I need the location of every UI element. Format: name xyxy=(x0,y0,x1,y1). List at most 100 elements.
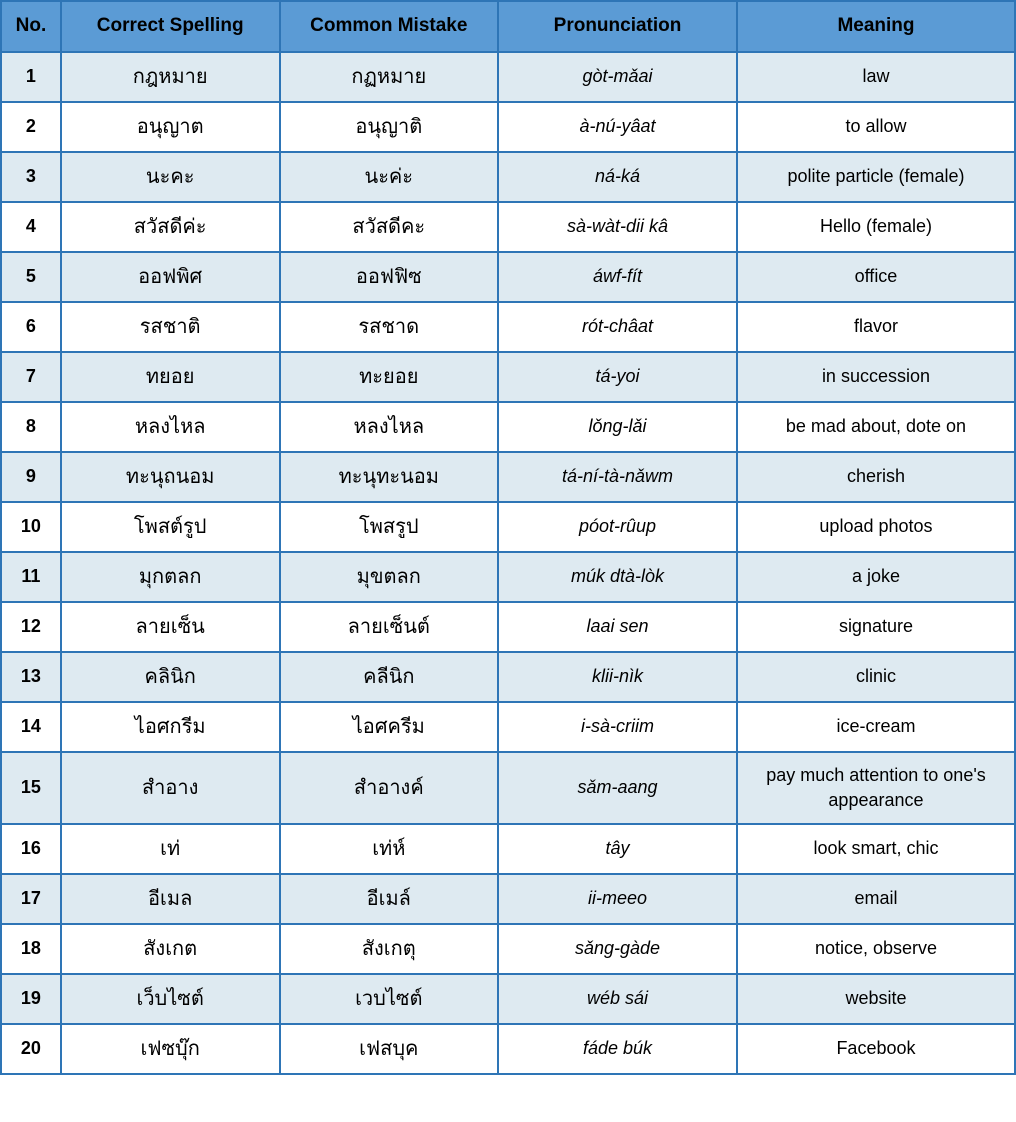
cell-correct-spelling: อีเมล xyxy=(61,874,280,924)
cell-pronunciation: rót-châat xyxy=(498,302,737,352)
cell-common-mistake: สำอางค์ xyxy=(280,752,499,824)
cell-meaning: in succession xyxy=(737,352,1015,402)
cell-pronunciation: múk dtà-lòk xyxy=(498,552,737,602)
cell-no: 10 xyxy=(1,502,61,552)
cell-correct-spelling: รสชาติ xyxy=(61,302,280,352)
cell-correct-spelling: มุกตลก xyxy=(61,552,280,602)
cell-correct-spelling: ลายเซ็น xyxy=(61,602,280,652)
cell-meaning: upload photos xyxy=(737,502,1015,552)
cell-correct-spelling: สวัสดีค่ะ xyxy=(61,202,280,252)
cell-no: 18 xyxy=(1,924,61,974)
table-row: 2อนุญาตอนุญาติà-nú-yâatto allow xyxy=(1,102,1015,152)
header-common-mistake: Common Mistake xyxy=(280,1,499,52)
cell-meaning: be mad about, dote on xyxy=(737,402,1015,452)
cell-pronunciation: ii-meeo xyxy=(498,874,737,924)
cell-common-mistake: สังเกตุ xyxy=(280,924,499,974)
cell-meaning: look smart, chic xyxy=(737,824,1015,874)
table-row: 6รสชาติรสชาดrót-châatflavor xyxy=(1,302,1015,352)
cell-pronunciation: gòt-mǎai xyxy=(498,52,737,102)
cell-correct-spelling: เฟซบุ๊ก xyxy=(61,1024,280,1074)
cell-common-mistake: คลีนิก xyxy=(280,652,499,702)
cell-no: 14 xyxy=(1,702,61,752)
cell-pronunciation: tây xyxy=(498,824,737,874)
cell-correct-spelling: ออฟพิศ xyxy=(61,252,280,302)
cell-pronunciation: i-sà-criim xyxy=(498,702,737,752)
cell-meaning: law xyxy=(737,52,1015,102)
cell-common-mistake: หลงไหล xyxy=(280,402,499,452)
cell-correct-spelling: กฎหมาย xyxy=(61,52,280,102)
cell-no: 15 xyxy=(1,752,61,824)
cell-common-mistake: กฏหมาย xyxy=(280,52,499,102)
vocabulary-table: No. Correct Spelling Common Mistake Pron… xyxy=(0,0,1016,1075)
cell-correct-spelling: ทะนุถนอม xyxy=(61,452,280,502)
header-correct-spelling: Correct Spelling xyxy=(61,1,280,52)
cell-meaning: polite particle (female) xyxy=(737,152,1015,202)
table-row: 3นะคะนะค่ะná-kápolite particle (female) xyxy=(1,152,1015,202)
cell-common-mistake: ออฟฟิซ xyxy=(280,252,499,302)
cell-no: 13 xyxy=(1,652,61,702)
table-row: 15สำอางสำอางค์sǎm-aangpay much attention… xyxy=(1,752,1015,824)
cell-pronunciation: tá-yoi xyxy=(498,352,737,402)
table-row: 8หลงไหลหลงไหลlǒng-lǎibe mad about, dote … xyxy=(1,402,1015,452)
cell-meaning: Facebook xyxy=(737,1024,1015,1074)
cell-meaning: email xyxy=(737,874,1015,924)
cell-correct-spelling: สำอาง xyxy=(61,752,280,824)
cell-no: 19 xyxy=(1,974,61,1024)
cell-pronunciation: klii-nìk xyxy=(498,652,737,702)
cell-pronunciation: laai sen xyxy=(498,602,737,652)
cell-no: 6 xyxy=(1,302,61,352)
table-header-row: No. Correct Spelling Common Mistake Pron… xyxy=(1,1,1015,52)
cell-pronunciation: ná-ká xyxy=(498,152,737,202)
cell-pronunciation: tá-ní-tà-nǎwm xyxy=(498,452,737,502)
cell-meaning: office xyxy=(737,252,1015,302)
cell-pronunciation: fáde búk xyxy=(498,1024,737,1074)
header-pronunciation: Pronunciation xyxy=(498,1,737,52)
cell-pronunciation: sà-wàt-dii kâ xyxy=(498,202,737,252)
cell-pronunciation: póot-rûup xyxy=(498,502,737,552)
table-row: 17อีเมลอีเมล์ii-meeoemail xyxy=(1,874,1015,924)
cell-pronunciation: sǎm-aang xyxy=(498,752,737,824)
cell-common-mistake: เท่ห์ xyxy=(280,824,499,874)
cell-no: 9 xyxy=(1,452,61,502)
cell-correct-spelling: หลงไหล xyxy=(61,402,280,452)
table-row: 1กฎหมายกฏหมายgòt-mǎailaw xyxy=(1,52,1015,102)
cell-no: 20 xyxy=(1,1024,61,1074)
cell-pronunciation: wéb sái xyxy=(498,974,737,1024)
table-row: 7ทยอยทะยอยtá-yoiin succession xyxy=(1,352,1015,402)
header-no: No. xyxy=(1,1,61,52)
cell-common-mistake: นะค่ะ xyxy=(280,152,499,202)
cell-meaning: pay much attention to one's appearance xyxy=(737,752,1015,824)
cell-pronunciation: lǒng-lǎi xyxy=(498,402,737,452)
cell-no: 2 xyxy=(1,102,61,152)
cell-meaning: cherish xyxy=(737,452,1015,502)
table-row: 4สวัสดีค่ะสวัสดีคะsà-wàt-dii kâHello (fe… xyxy=(1,202,1015,252)
cell-common-mistake: อีเมล์ xyxy=(280,874,499,924)
cell-no: 1 xyxy=(1,52,61,102)
cell-common-mistake: ไอศครีม xyxy=(280,702,499,752)
cell-correct-spelling: อนุญาต xyxy=(61,102,280,152)
cell-correct-spelling: นะคะ xyxy=(61,152,280,202)
table-row: 14ไอศกรีมไอศครีมi-sà-criimice-cream xyxy=(1,702,1015,752)
cell-meaning: flavor xyxy=(737,302,1015,352)
cell-pronunciation: à-nú-yâat xyxy=(498,102,737,152)
cell-meaning: to allow xyxy=(737,102,1015,152)
table-row: 10โพสต์รูปโพสรูปpóot-rûupupload photos xyxy=(1,502,1015,552)
table-row: 18สังเกตสังเกตุsǎng-gàdenotice, observe xyxy=(1,924,1015,974)
cell-common-mistake: มุขตลก xyxy=(280,552,499,602)
header-meaning: Meaning xyxy=(737,1,1015,52)
cell-correct-spelling: เท่ xyxy=(61,824,280,874)
cell-correct-spelling: ทยอย xyxy=(61,352,280,402)
cell-common-mistake: อนุญาติ xyxy=(280,102,499,152)
table-row: 9ทะนุถนอมทะนุทะนอมtá-ní-tà-nǎwmcherish xyxy=(1,452,1015,502)
table-row: 20เฟซบุ๊กเฟสบุคfáde búkFacebook xyxy=(1,1024,1015,1074)
cell-common-mistake: โพสรูป xyxy=(280,502,499,552)
table-row: 16เท่เท่ห์tâylook smart, chic xyxy=(1,824,1015,874)
cell-correct-spelling: ไอศกรีม xyxy=(61,702,280,752)
table-row: 5ออฟพิศออฟฟิซáwf-fítoffice xyxy=(1,252,1015,302)
cell-no: 17 xyxy=(1,874,61,924)
cell-pronunciation: áwf-fít xyxy=(498,252,737,302)
cell-no: 8 xyxy=(1,402,61,452)
cell-no: 12 xyxy=(1,602,61,652)
cell-pronunciation: sǎng-gàde xyxy=(498,924,737,974)
cell-common-mistake: ทะยอย xyxy=(280,352,499,402)
